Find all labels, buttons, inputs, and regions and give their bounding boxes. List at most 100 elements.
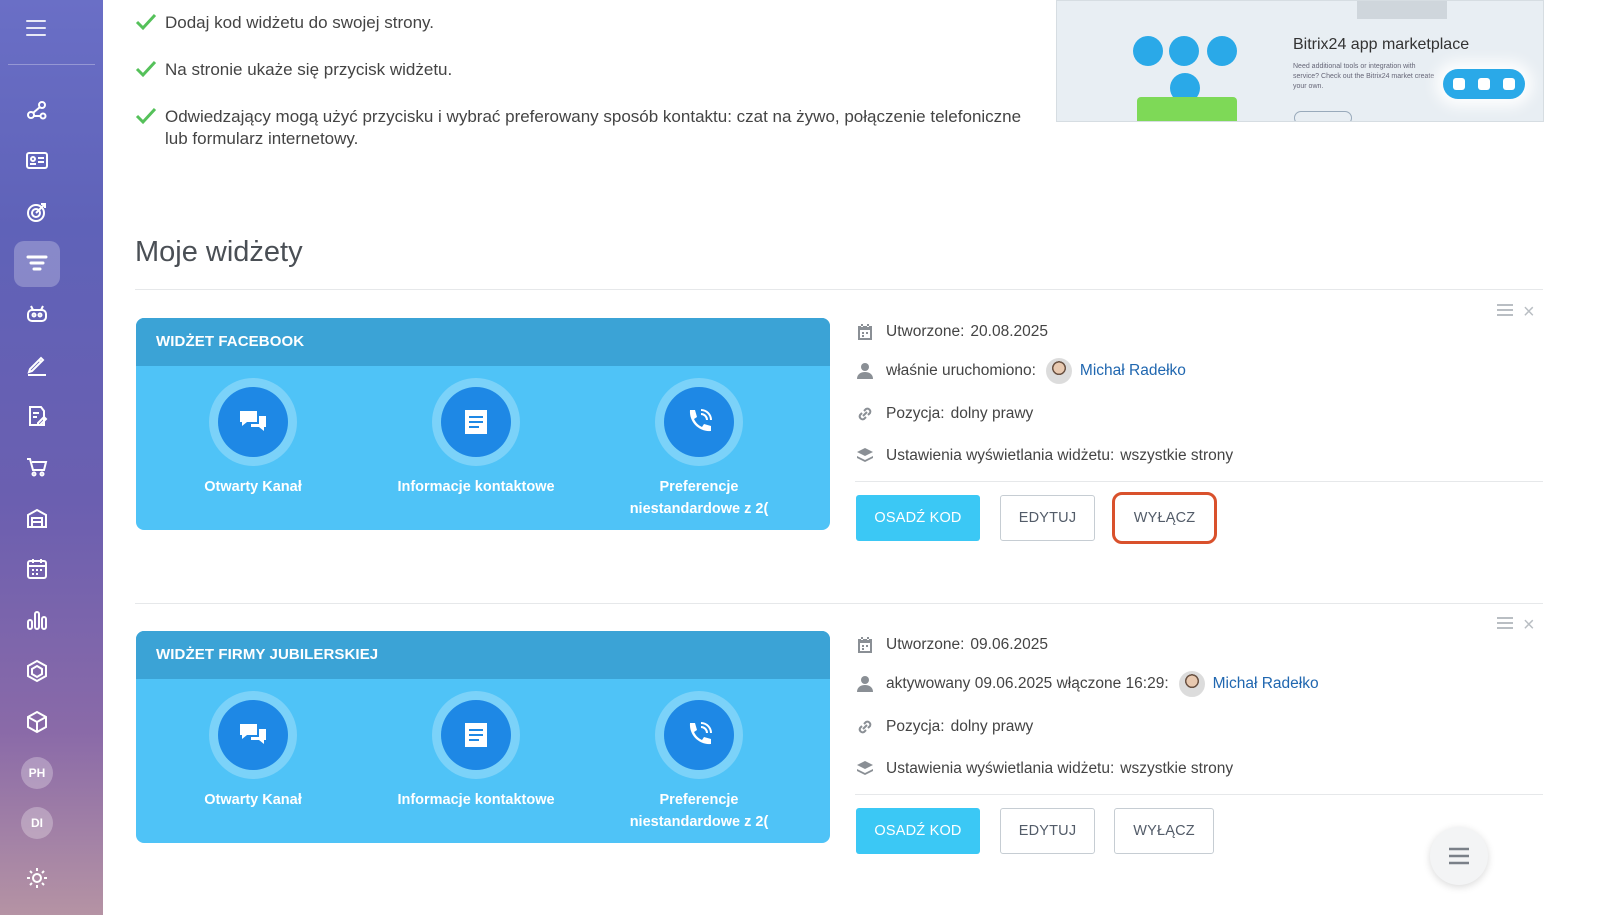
sidebar-item-sign[interactable] xyxy=(14,342,60,388)
pen-icon xyxy=(27,356,46,376)
created-value: 20.08.2025 xyxy=(970,323,1048,340)
position-row: Pozycja: dolny prawy xyxy=(855,404,1033,424)
phone-call-icon xyxy=(689,409,712,432)
sidebar-item-funnel[interactable] xyxy=(14,241,60,287)
widget-title: WIDŻET FIRMY JUBILERSKIEJ xyxy=(136,631,830,679)
sidebar-item-shop[interactable] xyxy=(14,444,60,490)
sidebar-item-documents[interactable] xyxy=(14,393,60,439)
user-link[interactable]: Michał Radełko xyxy=(1213,675,1319,693)
sidebar-avatar-ph[interactable]: PH xyxy=(21,757,53,789)
step-text: Na stronie ukaże się przycisk widżetu. xyxy=(165,60,453,79)
display-label: Ustawienia wyświetlania widżetu: xyxy=(886,447,1115,464)
sidebar-item-hexagon[interactable] xyxy=(14,648,60,694)
banner-link[interactable] xyxy=(1294,111,1352,121)
link-icon xyxy=(858,407,872,421)
sidebar-item-store[interactable] xyxy=(14,495,60,541)
created-value: 09.06.2025 xyxy=(970,636,1048,653)
embed-code-button[interactable]: OSADŹ KOD xyxy=(856,808,980,854)
divider xyxy=(855,794,1543,795)
channel-label: Otwarty Kanał xyxy=(204,479,302,495)
close-icon[interactable]: × xyxy=(1523,615,1535,635)
check-icon xyxy=(135,13,157,31)
channel-label: Preferencje niestandardowe z 2( xyxy=(629,792,769,830)
sidebar-item-crm[interactable] xyxy=(14,138,60,184)
channel-label: Preferencje niestandardowe z 2( xyxy=(629,479,769,517)
created-row: Utworzone: 20.08.2025 xyxy=(855,322,1048,342)
send-icon xyxy=(1133,36,1163,66)
sidebar-divider xyxy=(8,64,95,65)
channel-label: Informacje kontaktowe xyxy=(397,792,555,808)
display-label: Ustawienia wyświetlania widżetu: xyxy=(886,760,1115,777)
edit-button[interactable]: EDYTUJ xyxy=(1000,808,1095,854)
close-icon[interactable]: × xyxy=(1523,302,1535,322)
step-text: Dodaj kod widżetu do swojej strony. xyxy=(165,13,434,32)
user-avatar xyxy=(1178,671,1205,697)
position-value: dolny prawy xyxy=(950,718,1034,735)
widget-channel-item: Informacje kontaktowe xyxy=(376,378,576,498)
sidebar-item-box[interactable] xyxy=(14,699,60,745)
embed-code-button[interactable]: OSADŹ KOD xyxy=(856,495,980,541)
settings-icon xyxy=(27,868,47,888)
widget-tools: × xyxy=(1497,302,1535,322)
left-sidebar: PH DI xyxy=(0,0,103,915)
sidebar-avatar-di[interactable]: DI xyxy=(21,807,53,839)
calendar-icon xyxy=(858,324,872,340)
funnel-icon xyxy=(26,255,48,271)
position-label: Pozycja: xyxy=(886,718,945,735)
sidebar-item-robot[interactable] xyxy=(14,291,60,337)
chat-icon xyxy=(240,411,266,431)
disable-button[interactable]: WYŁĄCZ xyxy=(1114,808,1214,854)
check-icon xyxy=(135,107,157,125)
widget-channel-item: Preferencje niestandardowe z 2( xyxy=(599,691,799,833)
widget-button-preview xyxy=(1443,69,1525,99)
position-value: dolny prawy xyxy=(950,405,1034,422)
sidebar-item-settings[interactable] xyxy=(14,855,60,901)
contact-info-icon xyxy=(465,410,487,434)
drag-handle-icon[interactable] xyxy=(1497,617,1513,632)
sidebar-item-calendar[interactable] xyxy=(14,546,60,592)
banner-decoration xyxy=(1357,1,1447,19)
widget-channel-item: Otwarty Kanał xyxy=(153,691,353,811)
step-text: Odwiedzający mogą użyć przycisku i wybra… xyxy=(165,107,1022,148)
widget-preview-card[interactable]: WIDŻET FACEBOOK Otwarty Kanał Informacje… xyxy=(136,318,830,530)
channel-label: Informacje kontaktowe xyxy=(397,479,555,495)
store-icon xyxy=(27,508,47,528)
crm-card-icon xyxy=(26,152,48,169)
display-row: Ustawienia wyświetlania widżetu: wszystk… xyxy=(855,446,1233,466)
robot-icon xyxy=(27,305,47,322)
menu-burger-icon[interactable] xyxy=(26,20,46,36)
cart-icon xyxy=(27,458,48,477)
sidebar-item-target[interactable] xyxy=(14,189,60,235)
list-icon xyxy=(1449,847,1469,865)
edit-button[interactable]: EDYTUJ xyxy=(1000,495,1095,541)
widget-preview-card[interactable]: WIDŻET FIRMY JUBILERSKIEJ Otwarty Kanał … xyxy=(136,631,830,843)
widget-channel-item: Informacje kontaktowe xyxy=(376,691,576,811)
leaf-icon xyxy=(1169,36,1199,66)
marketplace-banner[interactable]: Bitrix24 app marketplace Need additional… xyxy=(1056,0,1544,122)
bar-chart-icon xyxy=(27,611,47,630)
channel-label: Otwarty Kanał xyxy=(204,792,302,808)
layers-icon xyxy=(857,761,873,775)
user-link[interactable]: Michał Radełko xyxy=(1080,362,1186,380)
sidebar-item-analytics[interactable] xyxy=(14,597,60,643)
section-title: Moje widżety xyxy=(135,236,303,268)
sidebar-item-connections[interactable] xyxy=(14,87,60,133)
phone-call-icon xyxy=(689,722,712,745)
widget-channel-item: Preferencje niestandardowe z 2( xyxy=(599,378,799,520)
divider xyxy=(855,481,1543,482)
widget-channel-item: Otwarty Kanał xyxy=(153,378,353,498)
banner-title: Bitrix24 app marketplace xyxy=(1293,36,1470,53)
drag-handle-icon[interactable] xyxy=(1497,304,1513,319)
list-menu-button[interactable] xyxy=(1430,827,1488,885)
divider xyxy=(135,603,1543,604)
main-content: Dodaj kod widżetu do swojej strony. Na s… xyxy=(103,0,1616,915)
step-item: Dodaj kod widżetu do swojej strony. xyxy=(135,12,1025,34)
disable-button[interactable]: WYŁĄCZ xyxy=(1112,492,1217,544)
status-row: aktywowany 09.06.2025 włączone 16:29: Mi… xyxy=(855,671,1319,697)
user-avatar xyxy=(1045,358,1072,384)
created-row: Utworzone: 09.06.2025 xyxy=(855,635,1048,655)
connections-icon xyxy=(27,101,47,120)
created-label: Utworzone: xyxy=(886,323,965,340)
status-row: właśnie uruchomiono: Michał Radełko xyxy=(855,358,1186,384)
widget-tools: × xyxy=(1497,615,1535,635)
